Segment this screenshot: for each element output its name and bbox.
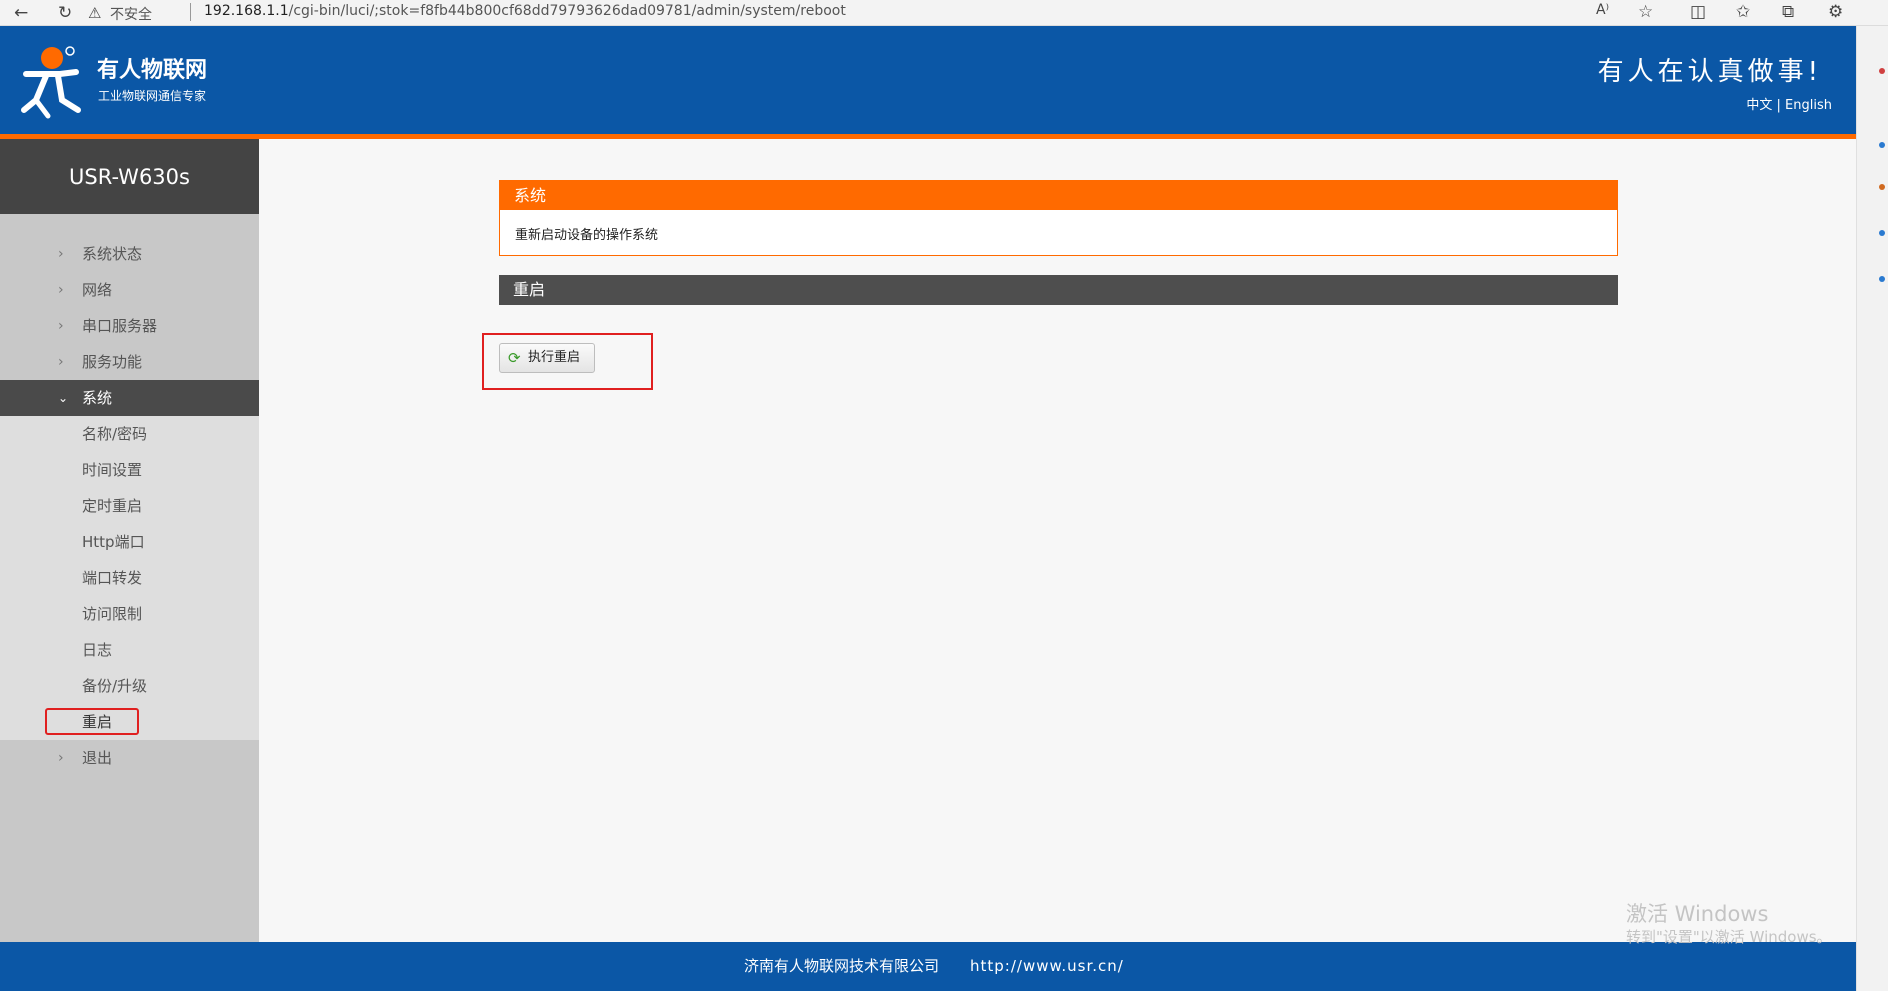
security-label[interactable]: 不安全 xyxy=(110,4,152,24)
lang-english-link[interactable]: English xyxy=(1785,98,1832,113)
brand-subtitle: 工业物联网通信专家 xyxy=(98,89,207,103)
sidebar-app-icon[interactable] xyxy=(1879,230,1885,236)
sidebar-subitem-time[interactable]: 时间设置 xyxy=(0,452,259,488)
sidebar-item-label: 退出 xyxy=(82,749,113,767)
slogan: 有人在认真做事! xyxy=(1597,57,1822,87)
reboot-button-label: 执行重启 xyxy=(528,350,581,365)
sidebar-item-network[interactable]: › 网络 xyxy=(0,272,259,308)
brand-name: 有人物联网 xyxy=(97,58,208,83)
language-switch: 中文 | English xyxy=(1746,94,1832,113)
lang-chinese-link[interactable]: 中文 xyxy=(1746,98,1772,113)
read-aloud-icon[interactable]: A⁾ xyxy=(1596,2,1609,18)
sidebar-subitem-log[interactable]: 日志 xyxy=(0,632,259,668)
reboot-icon: ⟳ xyxy=(508,349,521,367)
collections-icon[interactable]: ⧉ xyxy=(1782,2,1794,22)
chevron-down-icon: ⌄ xyxy=(58,391,69,405)
sidebar-item-serial-server[interactable]: › 串口服务器 xyxy=(0,308,259,344)
sidebar-subitem-name-password[interactable]: 名称/密码 xyxy=(0,416,259,452)
site-header: 有人物联网 工业物联网通信专家 有人在认真做事! 中文 | English xyxy=(0,26,1856,139)
section-title: 系统 xyxy=(500,181,1617,210)
sidebar-app-icon[interactable] xyxy=(1879,68,1885,74)
chevron-right-icon: › xyxy=(58,282,64,298)
sidebar-subitem-backup-upgrade[interactable]: 备份/升级 xyxy=(0,668,259,704)
sidebar-app-icon[interactable] xyxy=(1879,276,1885,282)
favorites-icon[interactable]: ✩ xyxy=(1736,2,1750,22)
sidebar-app-icon[interactable] xyxy=(1879,142,1885,148)
back-icon[interactable]: ← xyxy=(14,3,28,23)
sidebar-subitem-http-port[interactable]: Http端口 xyxy=(0,524,259,560)
extensions-icon[interactable]: ⚙ xyxy=(1828,2,1843,22)
sidebar-menu: › 系统状态 › 网络 › 串口服务器 › 服务功能 ⌄ 系统 名称/密码 时间… xyxy=(0,236,259,776)
system-panel: 系统 重新启动设备的操作系统 xyxy=(499,180,1618,256)
chevron-right-icon: › xyxy=(58,750,64,766)
footer-company: 济南有人物联网技术有限公司 xyxy=(744,957,940,975)
highlight-box xyxy=(45,708,139,735)
sidebar-item-label: 系统状态 xyxy=(82,245,143,263)
refresh-icon[interactable]: ↻ xyxy=(58,3,72,23)
reboot-section-title: 重启 xyxy=(499,275,1618,305)
sidebar-submenu-system: 名称/密码 时间设置 定时重启 Http端口 端口转发 访问限制 日志 备份/升… xyxy=(0,416,259,740)
sidebar-subitem-access-limit[interactable]: 访问限制 xyxy=(0,596,259,632)
url-separator xyxy=(190,3,191,21)
sidebar-item-services[interactable]: › 服务功能 xyxy=(0,344,259,380)
sidebar-item-status[interactable]: › 系统状态 xyxy=(0,236,259,272)
section-description: 重新启动设备的操作系统 xyxy=(515,228,659,243)
sidebar-item-label: 串口服务器 xyxy=(82,317,158,335)
chevron-right-icon: › xyxy=(58,318,64,334)
footer-website-link[interactable]: http://www.usr.cn/ xyxy=(970,942,1124,991)
windows-activation-subtext: 转到"设置"以激活 Windows。 xyxy=(1626,928,1832,946)
warning-icon[interactable]: ⚠ xyxy=(88,3,101,23)
sidebar-subitem-reboot[interactable]: 重启 xyxy=(0,704,259,740)
sidebar-item-logout[interactable]: › 退出 xyxy=(0,740,259,776)
reboot-button[interactable]: ⟳ 执行重启 xyxy=(499,343,595,373)
sidebar-subitem-scheduled-reboot[interactable]: 定时重启 xyxy=(0,488,259,524)
sidebar-subitem-port-forward[interactable]: 端口转发 xyxy=(0,560,259,596)
sidebar-item-system[interactable]: ⌄ 系统 xyxy=(0,380,259,416)
sidebar: USR-W630s › 系统状态 › 网络 › 串口服务器 › 服务功能 ⌄ 系… xyxy=(0,139,259,942)
usr-logo xyxy=(21,46,81,119)
site-footer: 济南有人物联网技术有限公司 http://www.usr.cn/ xyxy=(0,942,1856,991)
url-path: /cgi-bin/luci/;stok=f8fb44b800cf68dd7979… xyxy=(288,3,846,19)
device-name: USR-W630s xyxy=(0,139,259,214)
address-bar[interactable]: 192.168.1.1/cgi-bin/luci/;stok=f8fb44b80… xyxy=(204,3,846,19)
favorite-star-icon[interactable]: ☆ xyxy=(1638,2,1653,22)
chevron-right-icon: › xyxy=(58,354,64,370)
sidebar-item-label: 服务功能 xyxy=(82,353,143,371)
windows-activation-watermark: 激活 Windows xyxy=(1626,902,1769,926)
url-host: 192.168.1.1 xyxy=(204,3,289,19)
split-screen-icon[interactable]: ◫ xyxy=(1690,2,1706,22)
sidebar-item-label: 网络 xyxy=(82,281,113,299)
lang-separator: | xyxy=(1776,98,1781,113)
browser-toolbar: ← ↻ ⚠ 不安全 192.168.1.1/cgi-bin/luci/;stok… xyxy=(0,0,1888,26)
browser-side-panel xyxy=(1856,26,1888,991)
sidebar-app-icon[interactable] xyxy=(1879,184,1885,190)
chevron-right-icon: › xyxy=(58,246,64,262)
sidebar-item-label: 系统 xyxy=(82,389,113,407)
